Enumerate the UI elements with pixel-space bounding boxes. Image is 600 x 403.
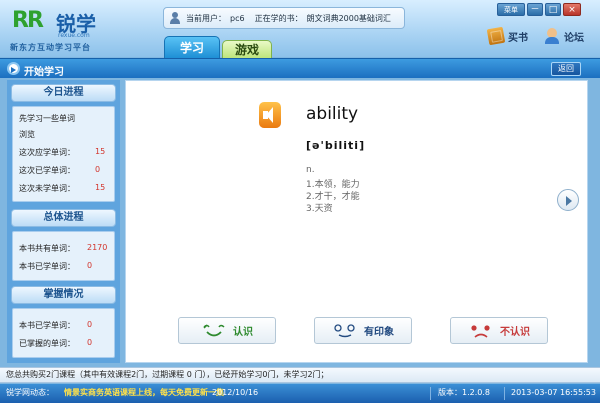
neutral-face-icon — [334, 323, 355, 337]
know-label: 认识 — [233, 327, 253, 338]
version-number: 1.2.0.8 — [462, 388, 490, 397]
version-readout: 版本：1.2.0.8 — [438, 384, 490, 402]
part-of-speech: n. — [306, 165, 315, 175]
section-title: 开始学习 — [24, 67, 64, 78]
logo-url: rexue.com — [58, 32, 90, 39]
forum-link[interactable]: 论坛 — [544, 28, 584, 44]
back-button[interactable]: 返回 — [551, 62, 581, 76]
some-impression-label: 有印象 — [364, 327, 394, 338]
news-date: 2012/10/16 — [212, 388, 259, 397]
speaker-icon[interactable] — [259, 102, 281, 128]
today-row-value: 15 — [95, 147, 106, 156]
mastery-heading: 掌握情况 — [11, 286, 116, 304]
bottom-news-bar: 锐学网动态： 情景实商务英语课程上线，每天免费更新一集 2012/10/16 版… — [0, 384, 600, 403]
logo-slogan: 新东方互动学习平台 — [10, 43, 91, 52]
mastery-row-label: 本书已学单词： — [19, 321, 75, 330]
today-intro-line: 浏览 — [19, 130, 35, 139]
logo-mark: RR — [12, 8, 44, 33]
current-book-name: 朗文词典2000基础词汇 — [306, 13, 391, 23]
buy-book-link[interactable]: 买书 — [486, 26, 528, 46]
current-user-label: 当前用户： — [186, 13, 226, 23]
current-book-label: 正在学的书： — [254, 13, 303, 23]
overall-row-value: 0 — [87, 261, 93, 270]
book-icon — [486, 26, 506, 46]
some-impression-button[interactable]: 有印象 — [314, 317, 412, 344]
current-user-name: pc6 — [230, 13, 245, 23]
today-row-value: 15 — [95, 183, 106, 192]
mastery-panel: 本书已学单词： 0 已掌握的单词： 0 — [12, 308, 115, 358]
next-word-button[interactable] — [557, 189, 579, 211]
today-intro-line: 先学习一些单词 — [19, 114, 75, 123]
status-divider — [504, 387, 505, 400]
overall-row-label: 本书共有单词： — [19, 244, 75, 253]
mastery-row-value: 0 — [87, 320, 93, 329]
news-link[interactable]: 情景实商务英语课程上线，每天免费更新一集 — [64, 384, 224, 402]
today-progress-heading: 今日进程 — [11, 84, 116, 102]
section-titlebar: 开始学习 返回 — [0, 58, 600, 78]
tab-game[interactable]: 游戏 — [222, 40, 272, 58]
know-button[interactable]: 认识 — [178, 317, 276, 344]
progress-sidebar: 今日进程 先学习一些单词 浏览 这次应学单词： 15 这次已学单词： 0 这次未… — [7, 80, 120, 363]
today-row-label: 这次未学单词： — [19, 184, 75, 193]
overall-row-value: 2170 — [87, 243, 108, 252]
minimize-button[interactable]: － — [527, 3, 543, 16]
today-progress-panel: 先学习一些单词 浏览 这次应学单词： 15 这次已学单词： 0 这次未学单词： … — [12, 106, 115, 202]
dont-know-button[interactable]: 不认识 — [450, 317, 548, 344]
status-divider — [430, 387, 431, 400]
overall-progress-heading: 总体进程 — [11, 209, 116, 227]
today-row-label: 这次应学单词： — [19, 148, 75, 157]
overall-row-label: 本书已学单词： — [19, 262, 75, 271]
play-circle-icon — [7, 62, 20, 75]
sad-face-icon — [471, 324, 490, 338]
mastery-row-value: 0 — [87, 338, 93, 347]
app-logo: RR 锐学 rexue.com 新东方互动学习平台 — [4, 6, 154, 54]
menu-button[interactable]: 菜单 — [497, 3, 525, 16]
close-button[interactable]: × — [563, 3, 581, 16]
dont-know-label: 不认识 — [500, 327, 530, 338]
vocabulary-word: ability — [306, 104, 359, 124]
word-card: ability [ə'biliti] n. 1.本领，能力 2.才干，才能 3.… — [125, 80, 588, 363]
overall-progress-panel: 本书共有单词： 2170 本书已学单词： 0 — [12, 231, 115, 281]
tab-study[interactable]: 学习 — [164, 36, 220, 58]
smile-face-icon — [203, 323, 225, 336]
today-row-label: 这次已学单词： — [19, 166, 75, 175]
news-label: 锐学网动态： — [6, 388, 54, 397]
course-status-bar: 您总共购买2门课程（其中有效课程2门，过期课程 0 门），已经开始学习0门，未学… — [0, 367, 600, 383]
buy-book-label: 买书 — [508, 32, 528, 44]
definition-line: 3.天资 — [306, 204, 333, 214]
forum-person-icon — [544, 28, 560, 44]
mastery-row-label: 已掌握的单词： — [19, 339, 75, 348]
forum-label: 论坛 — [564, 32, 584, 44]
phonetic-transcription: [ə'biliti] — [306, 139, 366, 152]
course-status-text: 您总共购买2门课程（其中有效课程2门，过期课程 0 门），已经开始学习0门，未学… — [6, 370, 329, 379]
current-user-bar: 当前用户： pc6 正在学的书： 朗文词典2000基础词汇 — [163, 7, 405, 29]
datetime-readout: 2013-03-07 16:55:53 — [511, 388, 596, 397]
version-label: 版本： — [438, 388, 462, 397]
app-header: RR 锐学 rexue.com 新东方互动学习平台 当前用户： pc6 正在学的… — [0, 0, 600, 58]
today-row-value: 0 — [95, 165, 101, 174]
maximize-button[interactable]: □ — [545, 3, 561, 16]
user-icon — [170, 12, 180, 24]
